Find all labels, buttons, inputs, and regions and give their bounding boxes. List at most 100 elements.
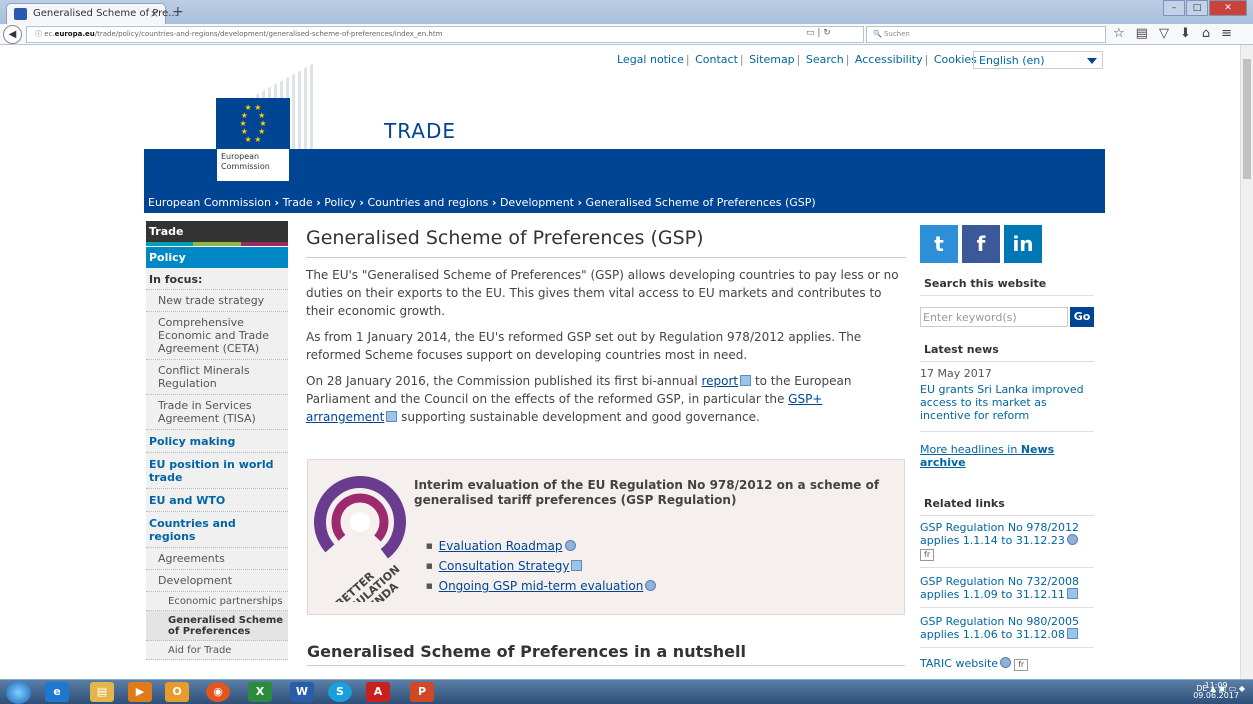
- skype-icon[interactable]: S: [328, 682, 352, 702]
- linkedin-icon[interactable]: in: [1004, 225, 1042, 263]
- keyword-input[interactable]: Enter keyword(s): [920, 307, 1068, 327]
- nav-development[interactable]: Development: [146, 570, 288, 592]
- nav-ceta[interactable]: Comprehensive Economic and Trade Agreeme…: [146, 312, 288, 360]
- address-bar[interactable]: ⓘ ec.europa.eu/trade/policy/countries-an…: [26, 26, 864, 43]
- breadcrumb-trade[interactable]: Trade: [283, 196, 313, 209]
- related-link[interactable]: GSP Regulation No 732/2008 applies 1.1.0…: [920, 575, 1092, 601]
- cookies-link[interactable]: Cookies: [934, 53, 977, 66]
- powerpoint-icon[interactable]: P: [410, 682, 434, 702]
- fr-language-badge[interactable]: fr: [1014, 659, 1029, 671]
- nav-countries-regions[interactable]: Countries and regions: [146, 512, 288, 548]
- web-page: ★ ★ ★ ★ ★ ★ ★ ★ ★ ★ European Commission TRADE…: [144, 45, 1105, 679]
- legal-notice-link[interactable]: Legal notice: [617, 53, 684, 66]
- ec-label-line1: European: [221, 152, 260, 161]
- pocket-icon[interactable]: ▽: [1159, 26, 1180, 41]
- related-link[interactable]: GSP Regulation No 978/2012 applies 1.1.1…: [920, 521, 1092, 561]
- go-button[interactable]: Go: [1070, 307, 1094, 327]
- report-text-a: On 28 January 2016, the Commission publi…: [306, 374, 702, 388]
- reform-paragraph: As from 1 January 2014, the EU's reforme…: [306, 330, 862, 362]
- main-content: Generalised Scheme of Preferences (GSP) …: [306, 227, 906, 426]
- nav-eu-position[interactable]: EU position in world trade: [146, 453, 288, 489]
- clock[interactable]: 11:09 09.06.2017: [1193, 681, 1239, 701]
- breadcrumb-countries[interactable]: Countries and regions: [367, 196, 488, 209]
- twitter-icon[interactable]: t: [920, 225, 958, 263]
- related-link[interactable]: GSP Regulation No 980/2005 applies 1.1.0…: [920, 615, 1092, 641]
- start-button-icon[interactable]: [6, 681, 31, 704]
- new-tab-button[interactable]: +: [172, 4, 184, 20]
- breadcrumb-policy[interactable]: Policy: [324, 196, 356, 209]
- media-player-icon[interactable]: ▶: [128, 682, 152, 702]
- back-button[interactable]: ◀: [3, 25, 22, 44]
- minimize-icon[interactable]: –: [1163, 0, 1185, 16]
- page-scrollbar[interactable]: [1240, 45, 1253, 679]
- close-tab-icon[interactable]: ×: [150, 7, 159, 20]
- more-headlines-link[interactable]: More headlines in News archive: [920, 443, 1092, 469]
- menu-icon[interactable]: ≡: [1221, 26, 1243, 41]
- left-navigation: Trade Policy In focus: New trade strateg…: [146, 221, 288, 679]
- divider: [920, 567, 1094, 568]
- download-icon[interactable]: ⬇: [1180, 26, 1202, 41]
- fr-language-badge[interactable]: fr: [920, 549, 935, 561]
- outlook-icon[interactable]: O: [165, 682, 189, 702]
- nav-tisa[interactable]: Trade in Services Agreement (TISA): [146, 395, 288, 430]
- close-window-icon[interactable]: ✕: [1209, 0, 1247, 16]
- star-icon[interactable]: ☆: [1113, 26, 1136, 41]
- divider: [307, 665, 905, 666]
- evaluation-roadmap-link[interactable]: Evaluation Roadmap: [439, 539, 563, 553]
- news-item-link[interactable]: EU grants Sri Lanka improved access to i…: [920, 383, 1092, 422]
- file-explorer-icon[interactable]: ▤: [90, 682, 114, 702]
- maximize-icon[interactable]: □: [1186, 0, 1208, 16]
- facebook-icon[interactable]: f: [962, 225, 1000, 263]
- eu-stars-icon: ★ ★ ★ ★ ★ ★ ★ ★ ★ ★: [239, 103, 267, 144]
- nav-eu-wto[interactable]: EU and WTO: [146, 489, 288, 512]
- browser-search-input[interactable]: 🔍 Suchen: [866, 26, 1106, 43]
- reader-reload-icons[interactable]: ▭ | ↻: [806, 28, 831, 38]
- site-title[interactable]: TRADE: [384, 119, 456, 143]
- word-icon[interactable]: W: [290, 682, 314, 702]
- breadcrumb-ec[interactable]: European Commission: [148, 196, 271, 209]
- language-value: English (en): [979, 54, 1045, 67]
- external-link-icon: [1000, 657, 1012, 668]
- report-link[interactable]: report: [701, 374, 738, 388]
- chevron-down-icon: [1087, 58, 1097, 64]
- accessibility-link[interactable]: Accessibility: [855, 53, 923, 66]
- nav-trade[interactable]: Trade: [146, 221, 288, 242]
- home-icon[interactable]: ⌂: [1202, 26, 1221, 41]
- contact-link[interactable]: Contact: [695, 53, 738, 66]
- page-title: Generalised Scheme of Preferences (GSP): [306, 227, 906, 258]
- breadcrumb: European Commission › Trade › Policy › C…: [144, 193, 1105, 213]
- divider: [920, 295, 1094, 296]
- nav-policy-making[interactable]: Policy making: [146, 430, 288, 453]
- social-buttons: t f in: [920, 225, 1096, 265]
- consultation-strategy-link[interactable]: Consultation Strategy: [439, 559, 570, 573]
- list-item: Consultation Strategy: [426, 556, 656, 576]
- nav-agreements[interactable]: Agreements: [146, 548, 288, 570]
- bookmarks-icon[interactable]: ▤: [1136, 26, 1159, 41]
- related-link[interactable]: TARIC website fr: [920, 657, 1092, 671]
- nav-economic-partnerships[interactable]: Economic partnerships: [146, 592, 288, 611]
- sitemap-link[interactable]: Sitemap: [749, 53, 795, 66]
- language-select[interactable]: English (en): [973, 51, 1103, 69]
- gsp-midterm-link[interactable]: Ongoing GSP mid-term evaluation: [439, 579, 644, 593]
- browser-tab[interactable]: Generalised Scheme of Pre... ×: [6, 3, 178, 24]
- favicon-icon: [14, 8, 27, 20]
- report-paragraph: On 28 January 2016, the Commission publi…: [306, 372, 901, 426]
- nav-gsp[interactable]: Generalised Scheme of Preferences: [146, 611, 288, 641]
- internet-explorer-icon[interactable]: e: [45, 682, 69, 702]
- external-link-icon: [1066, 534, 1078, 545]
- ec-logo[interactable]: ★ ★ ★ ★ ★ ★ ★ ★ ★ ★ European Commission: [184, 45, 324, 182]
- nav-policy[interactable]: Policy: [146, 247, 288, 268]
- list-item: Ongoing GSP mid-term evaluation: [426, 576, 657, 596]
- search-link[interactable]: Search: [806, 53, 844, 66]
- breadcrumb-development[interactable]: Development: [500, 196, 574, 209]
- excel-icon[interactable]: X: [248, 682, 272, 702]
- info-icon[interactable]: ⓘ: [35, 30, 44, 38]
- firefox-icon[interactable]: ◉: [206, 682, 230, 702]
- scrollbar-thumb[interactable]: [1243, 59, 1251, 179]
- divider: [920, 607, 1094, 608]
- nav-conflict-minerals[interactable]: Conflict Minerals Regulation: [146, 360, 288, 395]
- nav-new-trade-strategy[interactable]: New trade strategy: [146, 290, 288, 312]
- acrobat-icon[interactable]: A: [366, 682, 390, 702]
- nav-aid-for-trade[interactable]: Aid for Trade: [146, 641, 288, 660]
- nav-color-stripes: [146, 242, 288, 246]
